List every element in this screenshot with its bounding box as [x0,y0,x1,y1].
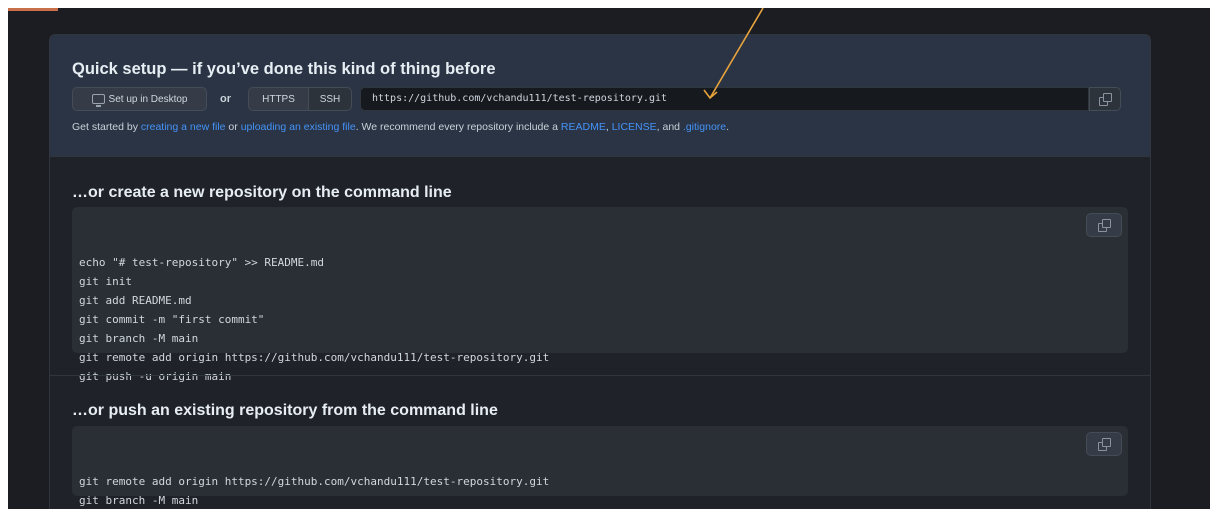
new-repo-code-line: git push -u origin main [79,370,232,383]
gitignore-link[interactable]: .gitignore [683,121,726,133]
push-repo-title: …or push an existing repository from the… [72,402,498,419]
new-repo-code-lines: echo "# test-repository" >> README.md git… [79,253,1121,386]
copy-icon [1098,219,1111,232]
or-label: or [220,93,231,105]
creating-new-file-link[interactable]: creating a new file [141,121,226,133]
copy-new-repo-button[interactable] [1086,213,1122,237]
help-suffix: . [726,121,730,133]
new-repo-code-line: echo "# test-repository" >> README.md [79,256,325,269]
new-repo-code-line: git init [79,275,132,288]
new-repo-code-block[interactable]: echo "# test-repository" >> README.md git… [72,207,1128,383]
section-divider [50,375,1150,376]
new-repo-code-line: git branch -M main [79,332,199,345]
quick-setup-panel: Quick setup — if you’ve done this kind o… [50,35,1150,157]
copy-push-repo-button[interactable] [1086,432,1122,456]
ssh-button[interactable]: SSH [308,87,352,111]
push-repo-code-lines: git remote add origin https://github.com… [79,472,1121,509]
help-or: or [225,121,241,133]
copy-url-button[interactable] [1089,87,1121,111]
setup-desktop-label: Set up in Desktop [108,93,188,105]
new-repo-code-line: git add README.md [79,294,192,307]
repo-setup-box: Quick setup — if you’ve done this kind o… [49,34,1151,509]
push-repo-code-block[interactable]: git remote add origin https://github.com… [72,426,1128,507]
copy-icon [1099,93,1112,106]
uploading-file-link[interactable]: uploading an existing file [241,121,356,133]
readme-link[interactable]: README [561,121,606,133]
new-repo-title: …or create a new repository on the comma… [72,184,452,201]
license-link[interactable]: LICENSE [612,121,657,133]
clone-url-input[interactable]: https://github.com/vchandu111/test-repos… [360,87,1089,111]
new-repo-code-line: git commit -m "first commit" [79,313,265,326]
get-started-text: Get started by creating a new file or up… [72,121,729,133]
push-repo-code-line: git remote add origin https://github.com… [79,475,550,488]
https-button[interactable]: HTTPS [248,87,309,111]
help-and: , and [656,121,683,133]
help-prefix: Get started by [72,121,141,133]
setup-desktop-button[interactable]: Set up in Desktop [72,87,207,111]
help-middle: . We recommend every repository include … [355,121,561,133]
new-repo-code-line: git remote add origin https://github.com… [79,351,550,364]
desktop-icon [91,94,105,107]
copy-icon [1098,438,1111,451]
push-repo-code-line: git branch -M main [79,494,199,507]
quick-setup-title: Quick setup — if you’ve done this kind o… [72,60,496,78]
top-accent-bar [8,8,58,11]
